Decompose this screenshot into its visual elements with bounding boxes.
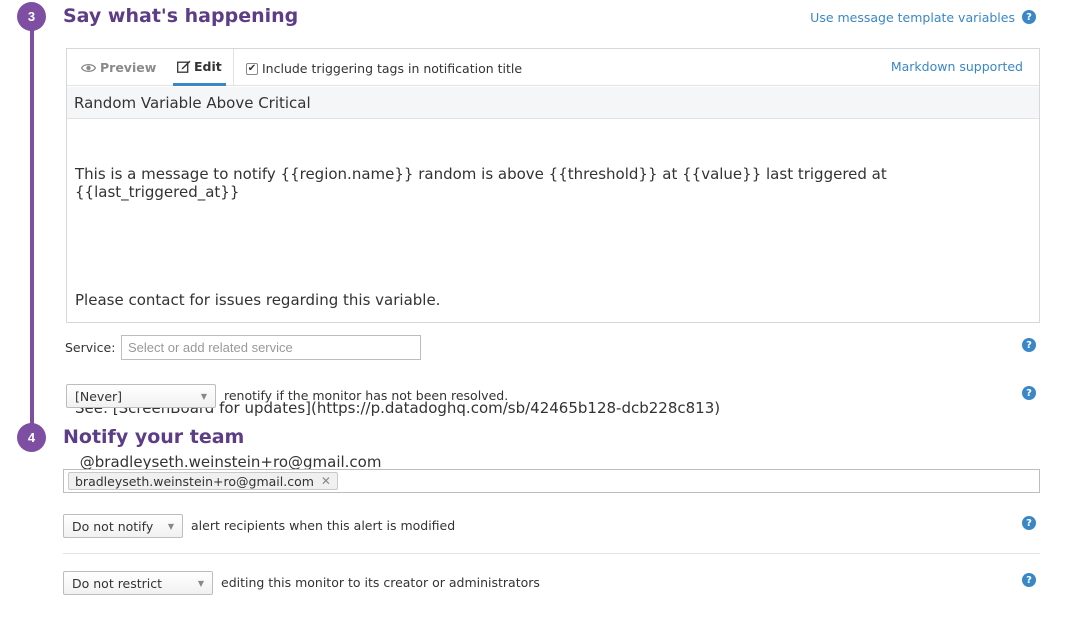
include-tags-option[interactable]: ✔ Include triggering tags in notificatio… <box>246 61 522 76</box>
renotify-select[interactable]: [Never] ▼ <box>66 384 216 408</box>
help-icon[interactable]: ? <box>1022 338 1036 352</box>
restrict-selected: Do not restrict <box>72 575 163 591</box>
template-variables-link[interactable]: Use message template variables <box>810 10 1015 25</box>
restrict-select[interactable]: Do not restrict ▼ <box>63 571 213 595</box>
eye-icon <box>81 63 96 73</box>
recipients-input[interactable]: bradleyseth.weinstein+ro@gmail.com ✕ <box>63 469 1040 493</box>
notify-modified-text: alert recipients when this alert is modi… <box>191 518 456 533</box>
help-icon[interactable]: ? <box>1022 386 1036 400</box>
tab-edit[interactable]: Edit <box>173 49 226 86</box>
help-icon[interactable]: ? <box>1022 10 1036 24</box>
help-icon[interactable]: ? <box>1022 573 1036 587</box>
section-title-say-whats-happening: Say what's happening <box>63 5 299 27</box>
body-line: This is a message to notify {{region.nam… <box>75 165 892 201</box>
step-4-badge: 4 <box>17 423 46 452</box>
body-line: See: [ScreenBoard for updates](https://p… <box>75 399 721 417</box>
tab-divider <box>233 49 234 86</box>
service-input[interactable]: Select or add related service <box>121 335 421 360</box>
message-editor: Preview Edit ✔ Include triggering tags i… <box>66 48 1040 471</box>
caret-down-icon: ▼ <box>167 521 174 531</box>
include-tags-checkbox[interactable]: ✔ <box>246 62 258 75</box>
notification-body-textarea[interactable]: This is a message to notify {{region.nam… <box>67 120 1039 471</box>
service-label: Service: <box>65 340 116 355</box>
tab-preview[interactable]: Preview <box>81 49 156 86</box>
body-line <box>75 237 1031 255</box>
body-line: Please contact for issues regarding this… <box>75 291 441 309</box>
renotify-text: renotify if the monitor has not been res… <box>224 388 509 403</box>
divider <box>63 553 1040 554</box>
notification-title-input[interactable]: Random Variable Above Critical <box>67 87 1039 119</box>
step-3-badge: 3 <box>17 2 46 31</box>
caret-down-icon: ▼ <box>197 578 204 588</box>
recipient-tag-label: bradleyseth.weinstein+ro@gmail.com <box>75 473 314 489</box>
notify-modified-selected: Do not notify <box>72 518 154 534</box>
caret-down-icon: ▼ <box>200 391 207 401</box>
steps-rail <box>30 16 34 440</box>
help-icon[interactable]: ? <box>1022 516 1036 530</box>
restrict-text: editing this monitor to its creator or a… <box>221 575 540 590</box>
renotify-selected: [Never] <box>75 388 123 404</box>
editor-tabs: Preview Edit ✔ Include triggering tags i… <box>67 49 1039 86</box>
markdown-supported-link[interactable]: Markdown supported <box>891 59 1023 74</box>
section-title-notify-your-team: Notify your team <box>63 426 245 448</box>
recipient-tag: bradleyseth.weinstein+ro@gmail.com ✕ <box>68 472 338 490</box>
tab-preview-label: Preview <box>100 60 157 75</box>
notify-modified-select[interactable]: Do not notify ▼ <box>63 514 183 538</box>
edit-icon <box>177 60 191 73</box>
tab-edit-label: Edit <box>194 58 222 74</box>
include-tags-label: Include triggering tags in notification … <box>262 61 523 76</box>
remove-tag-icon[interactable]: ✕ <box>321 474 331 488</box>
